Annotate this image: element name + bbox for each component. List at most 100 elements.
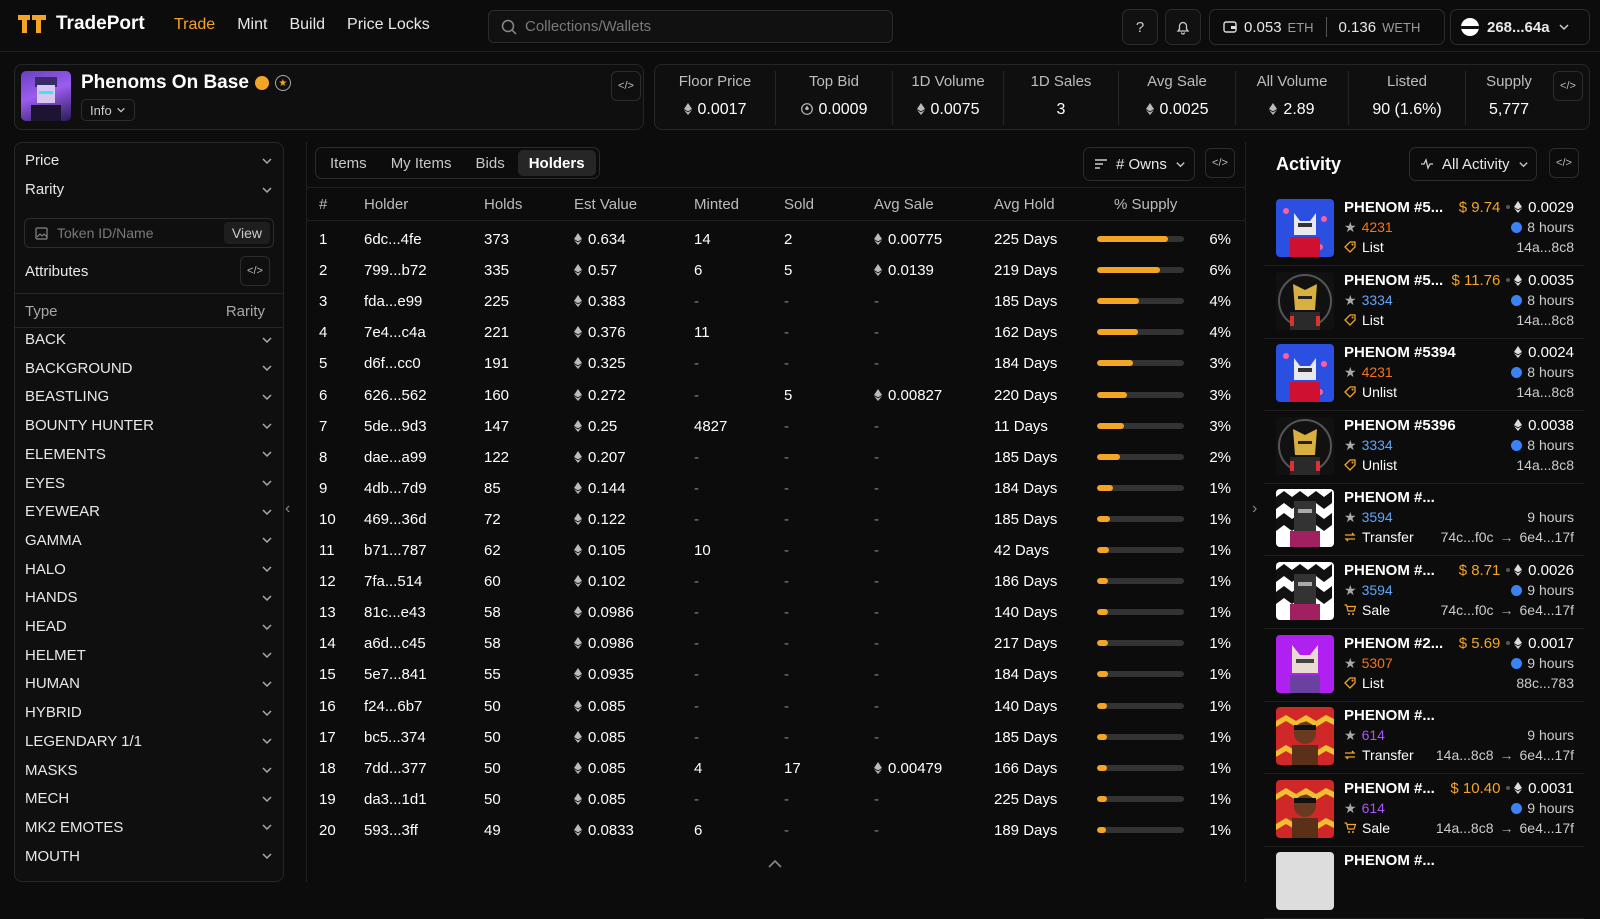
attributes-embed-code-button[interactable]: </>: [240, 256, 270, 286]
cell-holder[interactable]: d6f...cc0: [364, 355, 421, 372]
help-button[interactable]: ?: [1122, 9, 1158, 45]
activity-embed-code-button[interactable]: </>: [1549, 148, 1579, 178]
attribute-filter[interactable]: ELEMENTS: [25, 446, 273, 463]
nft-thumbnail[interactable]: [1276, 344, 1334, 403]
cell-holder[interactable]: a6d...c45: [364, 635, 426, 652]
col-sold[interactable]: Sold: [784, 196, 814, 213]
tab-holders[interactable]: Holders: [517, 150, 596, 176]
attribute-filter[interactable]: LEGENDARY 1/1: [25, 733, 273, 750]
rarity-filter[interactable]: Rarity: [25, 181, 273, 198]
nft-thumbnail[interactable]: [1276, 199, 1334, 257]
activity-item[interactable]: PHENOM #... $ 10.40 0.0031 ★ 614 9 hours Sale 1…: [1264, 773, 1584, 847]
nft-thumbnail[interactable]: [1276, 779, 1334, 838]
cell-holder[interactable]: f24...6b7: [364, 698, 422, 715]
col-holds[interactable]: Holds: [484, 196, 522, 213]
activity-addresses[interactable]: 14a...8c8: [1516, 384, 1574, 400]
table-row[interactable]: 7 5de...9d3 147 0.25 4827 - - 11 Days 3%: [307, 411, 1245, 442]
attribute-filter[interactable]: HALO: [25, 561, 273, 578]
attribute-filter[interactable]: MASKS: [25, 762, 273, 779]
search-input[interactable]: [525, 18, 892, 35]
activity-addresses[interactable]: 14a...8c8 → 6e4...17f: [1436, 820, 1574, 836]
activity-addresses[interactable]: 14a...8c8: [1516, 239, 1574, 255]
cell-holder[interactable]: 799...b72: [364, 262, 427, 279]
cell-holder[interactable]: 7fa...514: [364, 573, 422, 590]
attribute-filter[interactable]: BACKGROUND: [25, 360, 273, 377]
nft-name[interactable]: PHENOM #2...: [1344, 635, 1443, 652]
activity-item[interactable]: PHENOM #5396 0.0038 ★ 3334 8 hours Unlist 14a.…: [1264, 410, 1584, 484]
activity-addresses[interactable]: 14a...8c8 → 6e4...17f: [1436, 747, 1574, 763]
nft-thumbnail[interactable]: [1276, 707, 1334, 766]
attribute-filter[interactable]: HELMET: [25, 647, 273, 664]
cell-holder[interactable]: 4db...7d9: [364, 480, 427, 497]
activity-addresses[interactable]: 74c...f0c → 6e4...17f: [1441, 529, 1574, 545]
nft-name[interactable]: PHENOM #...: [1344, 707, 1435, 724]
table-row[interactable]: 19 da3...1d1 50 0.085 - - - 225 Days 1%: [307, 784, 1245, 815]
table-row[interactable]: 3 fda...e99 225 0.383 - - - 185 Days 4%: [307, 286, 1245, 317]
nft-thumbnail[interactable]: [1276, 489, 1334, 548]
nav-build[interactable]: Build: [289, 16, 325, 34]
activity-addresses[interactable]: 14a...8c8: [1516, 457, 1574, 473]
attribute-filter[interactable]: BACK: [25, 331, 273, 348]
attribute-filter[interactable]: HEAD: [25, 618, 273, 635]
cell-holder[interactable]: fda...e99: [364, 293, 422, 310]
nft-name[interactable]: PHENOM #5...: [1344, 272, 1443, 289]
tab-my-items[interactable]: My Items: [380, 150, 463, 176]
cell-holder[interactable]: 5de...9d3: [364, 418, 427, 435]
attribute-filter[interactable]: HYBRID: [25, 704, 273, 721]
token-id-input[interactable]: Token ID/Name View: [24, 218, 274, 248]
cell-holder[interactable]: 469...36d: [364, 511, 427, 528]
attribute-filter[interactable]: MECH: [25, 790, 273, 807]
table-row[interactable]: 11 b71...787 62 0.105 10 - - 42 Days 1%: [307, 535, 1245, 566]
nft-thumbnail[interactable]: [1276, 852, 1334, 911]
nft-name[interactable]: PHENOM #5396: [1344, 417, 1456, 434]
nav-trade[interactable]: Trade: [174, 16, 215, 34]
nft-name[interactable]: PHENOM #...: [1344, 780, 1435, 797]
nft-thumbnail[interactable]: [1276, 416, 1334, 475]
cell-holder[interactable]: b71...787: [364, 542, 427, 559]
table-row[interactable]: 18 7dd...377 50 0.085 4 17 0.00479 166 Days 1%: [307, 753, 1245, 784]
attribute-filter[interactable]: HUMAN: [25, 675, 273, 692]
attribute-filter[interactable]: BEASTLING: [25, 388, 273, 405]
price-filter[interactable]: Price: [25, 152, 273, 169]
table-row[interactable]: 17 bc5...374 50 0.085 - - - 185 Days 1%: [307, 722, 1245, 753]
activity-filter-dropdown[interactable]: All Activity: [1409, 147, 1537, 181]
activity-item[interactable]: PHENOM #5... $ 9.74 0.0029 ★ 4231 8 hours List…: [1264, 192, 1584, 266]
nft-thumbnail[interactable]: [1276, 271, 1334, 330]
attribute-filter[interactable]: EYES: [25, 475, 273, 492]
chevron-up-icon[interactable]: [767, 858, 783, 870]
attribute-filter[interactable]: HANDS: [25, 589, 273, 606]
info-dropdown[interactable]: Info: [81, 99, 135, 121]
nft-name[interactable]: PHENOM #...: [1344, 489, 1435, 506]
nav-mint[interactable]: Mint: [237, 16, 267, 34]
stats-embed-code-button[interactable]: </>: [1553, 71, 1583, 101]
table-row[interactable]: 8 dae...a99 122 0.207 - - - 185 Days 2%: [307, 442, 1245, 473]
table-embed-code-button[interactable]: </>: [1205, 148, 1235, 178]
activity-item[interactable]: PHENOM #5... $ 11.76 0.0035 ★ 3334 8 hours Lis…: [1264, 265, 1584, 339]
cell-holder[interactable]: 593...3ff: [364, 822, 418, 839]
col-avg-hold[interactable]: Avg Hold: [994, 196, 1055, 213]
cell-holder[interactable]: dae...a99: [364, 449, 427, 466]
table-row[interactable]: 5 d6f...cc0 191 0.325 - - - 184 Days 3%: [307, 348, 1245, 379]
cell-holder[interactable]: 7e4...c4a: [364, 324, 426, 341]
activity-addresses[interactable]: 88c...783: [1516, 675, 1574, 691]
table-row[interactable]: 14 a6d...c45 58 0.0986 - - - 217 Days 1%: [307, 628, 1245, 659]
table-row[interactable]: 1 6dc...4fe 373 0.634 14 2 0.00775 225 Days 6%: [307, 224, 1245, 255]
col-rank[interactable]: #: [319, 196, 327, 213]
table-row[interactable]: 6 626...562 160 0.272 - 5 0.00827 220 Days 3%: [307, 380, 1245, 411]
col-minted[interactable]: Minted: [694, 196, 739, 213]
cell-holder[interactable]: bc5...374: [364, 729, 426, 746]
collapse-left-icon[interactable]: ‹: [285, 500, 299, 517]
attribute-filter[interactable]: BOUNTY HUNTER: [25, 417, 273, 434]
table-row[interactable]: 13 81c...e43 58 0.0986 - - - 140 Days 1%: [307, 597, 1245, 628]
account-button[interactable]: 268...64a: [1450, 9, 1590, 45]
col-holder[interactable]: Holder: [364, 196, 408, 213]
wallet-balance[interactable]: 0.053 ETH 0.136 WETH: [1209, 9, 1445, 45]
tab-items[interactable]: Items: [319, 150, 378, 176]
activity-addresses[interactable]: 74c...f0c → 6e4...17f: [1441, 602, 1574, 618]
activity-item[interactable]: PHENOM #2... $ 5.69 0.0017 ★ 5307 9 hours List…: [1264, 628, 1584, 702]
cell-holder[interactable]: da3...1d1: [364, 791, 427, 808]
sort-dropdown[interactable]: # Owns: [1083, 147, 1195, 181]
table-row[interactable]: 16 f24...6b7 50 0.085 - - - 140 Days 1%: [307, 691, 1245, 722]
table-row[interactable]: 9 4db...7d9 85 0.144 - - - 184 Days 1%: [307, 473, 1245, 504]
col-est-value[interactable]: Est Value: [574, 196, 637, 213]
